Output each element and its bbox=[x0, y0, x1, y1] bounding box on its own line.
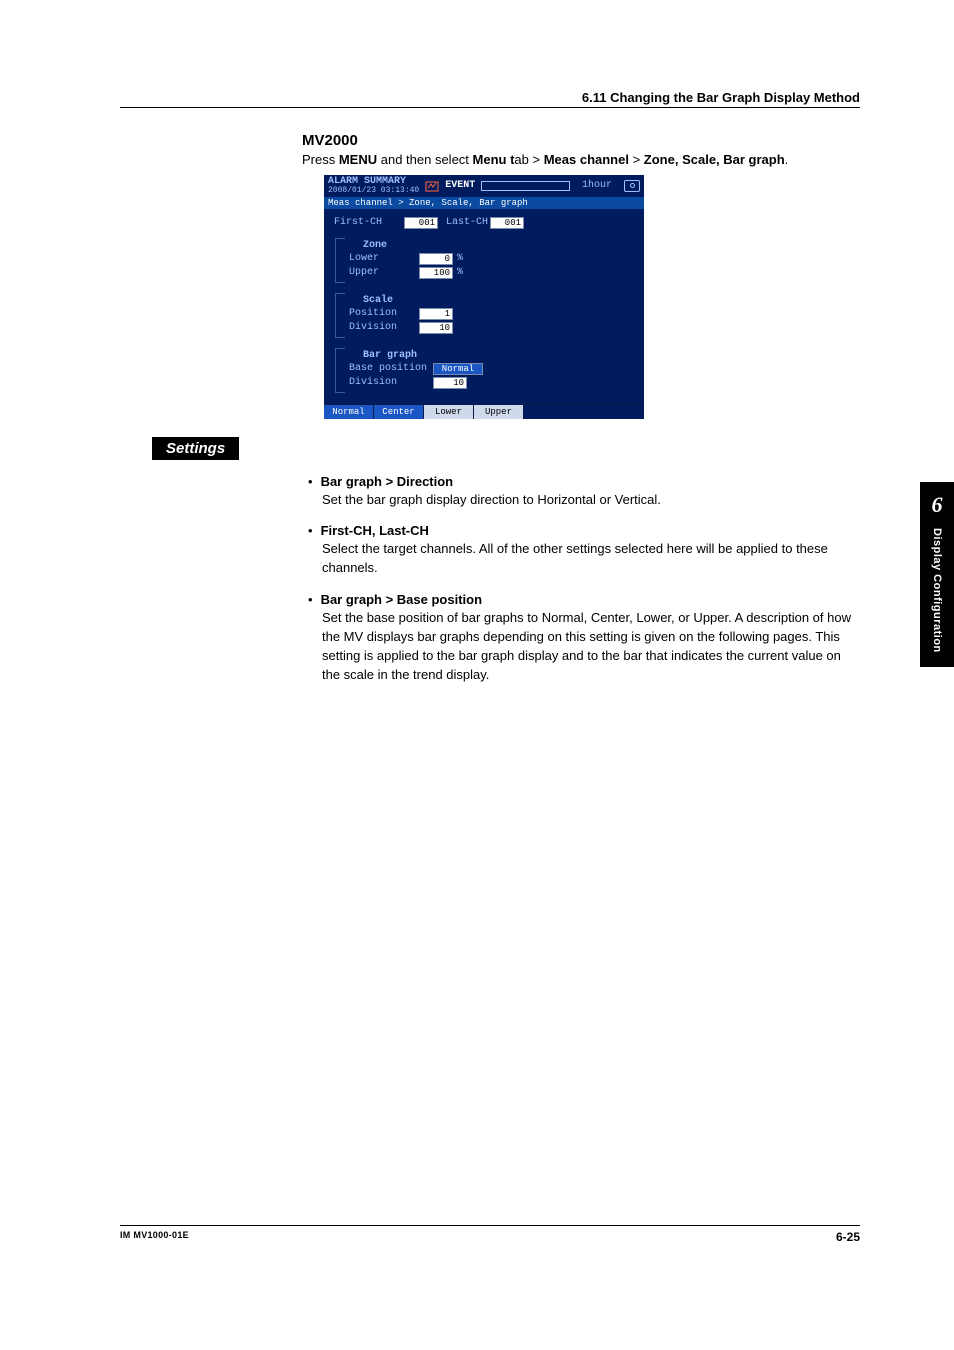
duration-label: 1hour bbox=[582, 180, 612, 191]
camera-icon bbox=[624, 180, 640, 192]
instr-text: ab > bbox=[514, 152, 543, 167]
chapter-tab: 6 Display Configuration bbox=[920, 482, 954, 667]
bullet-channels: First-CH, Last-CH Select the target chan… bbox=[308, 523, 860, 578]
zone-upper-unit: % bbox=[457, 267, 463, 278]
device-screenshot: ALARM SUMMARY 2008/01/23 03:13:40 EVENT … bbox=[324, 175, 860, 419]
bargraph-base-label: Base position bbox=[349, 363, 433, 374]
softkey-normal[interactable]: Normal bbox=[324, 405, 374, 419]
scale-division-label: Division bbox=[349, 322, 419, 333]
bullet-heading: Bar graph > Base position bbox=[308, 592, 860, 607]
last-ch-label: Last-CH bbox=[446, 217, 490, 228]
page-footer: IM MV1000-01E 6-25 bbox=[120, 1225, 860, 1244]
recorder-icon bbox=[425, 179, 439, 193]
zone-title: Zone bbox=[363, 240, 633, 251]
instr-text: > bbox=[629, 152, 644, 167]
bargraph-title: Bar graph bbox=[363, 350, 633, 361]
scale-title: Scale bbox=[363, 295, 633, 306]
footer-pagenum: 6-25 bbox=[836, 1230, 860, 1244]
instr-bold: MENU bbox=[339, 152, 377, 167]
chapter-label: Display Configuration bbox=[931, 528, 943, 653]
bullet-heading: Bar graph > Direction bbox=[308, 474, 860, 489]
instruction-line: Press MENU and then select Menu tab > Me… bbox=[302, 151, 860, 169]
zone-lower-field[interactable]: 0 bbox=[419, 253, 453, 265]
settings-heading: Settings bbox=[152, 437, 239, 460]
bullet-heading: First-CH, Last-CH bbox=[308, 523, 860, 538]
first-ch-field[interactable]: 001 bbox=[404, 217, 438, 229]
scale-position-field[interactable]: 1 bbox=[419, 308, 453, 320]
bargraph-division-label: Division bbox=[349, 377, 433, 388]
device-title: ALARM SUMMARY bbox=[328, 176, 406, 187]
zone-lower-unit: % bbox=[457, 253, 463, 264]
scale-division-field[interactable]: 10 bbox=[419, 322, 453, 334]
first-ch-label: First-CH bbox=[334, 217, 404, 228]
instr-bold: Menu t bbox=[473, 152, 515, 167]
footer-docid: IM MV1000-01E bbox=[120, 1230, 189, 1244]
device-timestamp: 2008/01/23 03:13:40 bbox=[328, 187, 419, 195]
scale-group: Scale Position 1 Division 10 bbox=[334, 292, 634, 339]
event-label: EVENT bbox=[445, 180, 475, 191]
instr-bold: Meas channel bbox=[544, 152, 629, 167]
last-ch-field[interactable]: 001 bbox=[490, 217, 524, 229]
softkey-lower[interactable]: Lower bbox=[424, 405, 474, 419]
softkey-upper[interactable]: Upper bbox=[474, 405, 524, 419]
instr-text: Press bbox=[302, 152, 339, 167]
section-title: 6.11 Changing the Bar Graph Display Meth… bbox=[120, 90, 860, 105]
bargraph-group: Bar graph Base position Normal Division … bbox=[334, 347, 634, 394]
softkey-center[interactable]: Center bbox=[374, 405, 424, 419]
instr-text: and then select bbox=[377, 152, 472, 167]
model-heading: MV2000 bbox=[302, 132, 860, 149]
zone-upper-field[interactable]: 100 bbox=[419, 267, 453, 279]
device-titlebar: ALARM SUMMARY 2008/01/23 03:13:40 EVENT … bbox=[324, 175, 644, 197]
bullet-baseposition: Bar graph > Base position Set the base p… bbox=[308, 592, 860, 684]
scale-position-label: Position bbox=[349, 308, 419, 319]
bullet-text: Set the base position of bar graphs to N… bbox=[322, 609, 860, 684]
zone-upper-label: Upper bbox=[349, 267, 419, 278]
bullet-text: Select the target channels. All of the o… bbox=[322, 540, 860, 578]
instr-text: . bbox=[785, 152, 789, 167]
zone-group: Zone Lower 0 % Upper 100 % bbox=[334, 237, 634, 284]
zone-lower-label: Lower bbox=[349, 253, 419, 264]
bullet-direction: Bar graph > Direction Set the bar graph … bbox=[308, 474, 860, 510]
bargraph-base-field[interactable]: Normal bbox=[433, 363, 483, 375]
bargraph-division-field[interactable]: 10 bbox=[433, 377, 467, 389]
bullet-text: Set the bar graph display direction to H… bbox=[322, 491, 860, 510]
section-header: 6.11 Changing the Bar Graph Display Meth… bbox=[120, 90, 860, 108]
device-softkeys: Normal Center Lower Upper bbox=[324, 404, 644, 419]
event-progress-bar bbox=[481, 181, 570, 191]
chapter-number: 6 bbox=[920, 492, 954, 518]
device-breadcrumb: Meas channel > Zone, Scale, Bar graph bbox=[324, 197, 644, 209]
instr-bold: Zone, Scale, Bar graph bbox=[644, 152, 785, 167]
